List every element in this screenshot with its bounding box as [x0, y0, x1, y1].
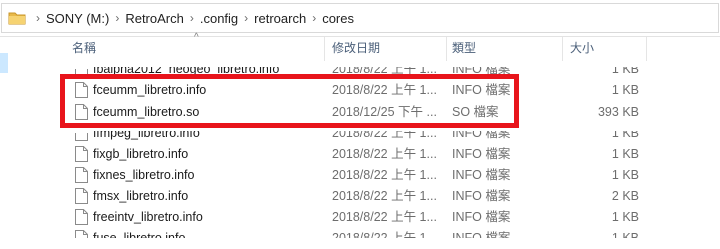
file-row[interactable]: ffmpeg_libretro.info 2018/8/22 上午 1... I…: [54, 123, 720, 144]
breadcrumb-separator: ›: [312, 11, 317, 25]
file-name[interactable]: fceumm_libretro.so: [93, 102, 323, 123]
file-size: 1 KB: [611, 126, 639, 140]
file-row[interactable]: fbalpha2012_neogeo_libretro.info 2018/8/…: [54, 59, 720, 80]
file-icon: [75, 209, 88, 228]
column-header: ^ 名稱 修改日期 類型 大小: [54, 32, 720, 61]
file-icon: [75, 104, 88, 123]
file-icon: [75, 188, 88, 207]
file-type: INFO 檔案: [452, 126, 511, 140]
column-divider[interactable]: [446, 37, 447, 61]
file-icon: [75, 82, 88, 101]
breadcrumb-item-drive[interactable]: SONY (M:): [46, 11, 109, 26]
file-row[interactable]: fixnes_libretro.info 2018/8/22 上午 1... I…: [54, 165, 720, 186]
file-size: 1 KB: [611, 210, 639, 224]
file-type: SO 檔案: [452, 105, 499, 119]
file-name[interactable]: fuse_libretro.info: [93, 228, 323, 238]
column-divider[interactable]: [324, 37, 325, 61]
breadcrumb-item-cores[interactable]: cores: [322, 11, 354, 26]
navigation-selected-item[interactable]: [0, 53, 8, 73]
file-name[interactable]: ffmpeg_libretro.info: [93, 131, 323, 144]
file-type: INFO 檔案: [452, 147, 511, 161]
column-header-size[interactable]: 大小: [570, 37, 594, 59]
file-type: INFO 檔案: [452, 189, 511, 203]
breadcrumb-item-retroarch[interactable]: RetroArch: [125, 11, 184, 26]
file-size: 393 KB: [597, 105, 639, 119]
file-name[interactable]: fmsx_libretro.info: [93, 186, 323, 207]
file-row[interactable]: fmsx_libretro.info 2018/8/22 上午 1... INF…: [54, 186, 720, 207]
file-list: fbalpha2012_neogeo_libretro.info 2018/8/…: [54, 59, 720, 238]
file-date: 2018/8/22 上午 1...: [332, 83, 437, 97]
file-size: 2 KB: [611, 189, 639, 203]
column-header-name[interactable]: 名稱: [72, 37, 96, 59]
file-name[interactable]: fixnes_libretro.info: [93, 165, 323, 186]
file-type: INFO 檔案: [452, 168, 511, 182]
breadcrumb-separator: ›: [189, 11, 194, 25]
file-type: INFO 檔案: [452, 210, 511, 224]
file-size: 1 KB: [611, 83, 639, 97]
breadcrumb-separator: ›: [115, 11, 120, 25]
file-date: 2018/8/22 上午 1...: [332, 126, 437, 140]
file-type: INFO 檔案: [452, 62, 511, 76]
file-name[interactable]: freeintv_libretro.info: [93, 207, 323, 228]
file-row[interactable]: freeintv_libretro.info 2018/8/22 上午 1...…: [54, 207, 720, 228]
file-row[interactable]: fuse_libretro.info 2018/8/22 上午 1... INF…: [54, 228, 720, 249]
file-type: INFO 檔案: [452, 231, 511, 245]
column-divider[interactable]: [646, 37, 647, 61]
breadcrumb-separator: ›: [36, 11, 40, 25]
file-date: 2018/8/22 上午 1...: [332, 210, 437, 224]
file-date: 2018/12/25 下午 ...: [332, 105, 437, 119]
file-row[interactable]: fixgb_libretro.info 2018/8/22 上午 1... IN…: [54, 144, 720, 165]
file-date: 2018/8/22 上午 1...: [332, 62, 437, 76]
file-row[interactable]: fceumm_libretro.so 2018/12/25 下午 ... SO …: [54, 102, 720, 123]
column-divider[interactable]: [562, 37, 563, 61]
file-icon: [75, 167, 88, 186]
breadcrumb-separator: ›: [244, 11, 249, 25]
file-name[interactable]: fixgb_libretro.info: [93, 144, 323, 165]
breadcrumb-item-retroarch-sub[interactable]: retroarch: [254, 11, 306, 26]
file-size: 1 KB: [611, 231, 639, 245]
file-size: 1 KB: [611, 62, 639, 76]
file-row[interactable]: fceumm_libretro.info 2018/8/22 上午 1... I…: [54, 80, 720, 101]
sort-ascending-icon: ^: [194, 32, 199, 43]
file-icon: [75, 146, 88, 165]
file-size: 1 KB: [611, 168, 639, 182]
folder-icon: [8, 11, 26, 25]
navigation-pane[interactable]: [0, 37, 54, 234]
breadcrumb[interactable]: › SONY (M:) › RetroArch › .config › retr…: [1, 3, 719, 33]
file-date: 2018/8/22 上午 1...: [332, 147, 437, 161]
file-date: 2018/8/22 上午 1...: [332, 231, 437, 245]
file-icon: [75, 133, 88, 144]
address-bar[interactable]: › SONY (M:) › RetroArch › .config › retr…: [0, 0, 720, 37]
file-date: 2018/8/22 上午 1...: [332, 168, 437, 182]
column-header-date[interactable]: 修改日期: [332, 37, 380, 59]
file-icon: [75, 69, 88, 80]
breadcrumb-item-config[interactable]: .config: [200, 11, 238, 26]
file-name[interactable]: fceumm_libretro.info: [93, 80, 323, 101]
column-header-type[interactable]: 類型: [452, 37, 476, 59]
file-size: 1 KB: [611, 147, 639, 161]
file-type: INFO 檔案: [452, 83, 511, 97]
file-date: 2018/8/22 上午 1...: [332, 189, 437, 203]
file-name[interactable]: fbalpha2012_neogeo_libretro.info: [93, 67, 323, 80]
